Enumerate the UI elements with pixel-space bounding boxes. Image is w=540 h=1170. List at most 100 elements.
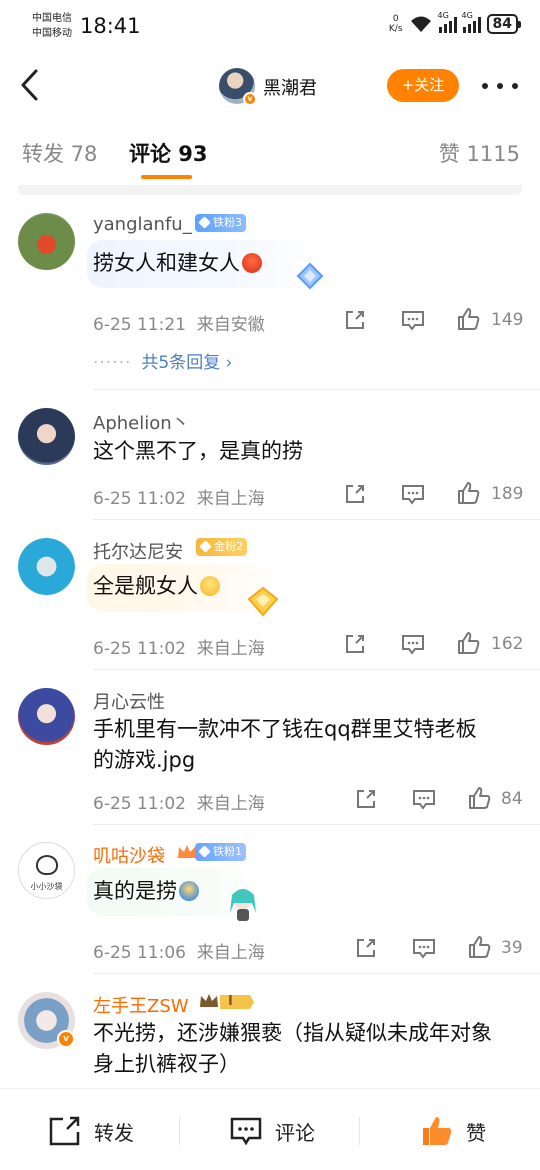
- like-icon[interactable]: [467, 785, 493, 811]
- like-icon[interactable]: [467, 934, 493, 960]
- comment-meta: 6-25 11:21 来自安徽: [93, 310, 265, 335]
- comment-button[interactable]: 评论: [229, 1113, 315, 1149]
- comment-text: 全是舰女人: [93, 571, 220, 602]
- poster-avatar[interactable]: v: [219, 68, 257, 106]
- bottom-action-bar: 转发 评论 赞: [0, 1088, 540, 1170]
- diamond-icon: [198, 845, 211, 858]
- carrier-info: 中国电信 中国移动: [32, 11, 72, 41]
- comment-username[interactable]: 托尔达尼安: [93, 538, 183, 564]
- comment-username[interactable]: Aphelion丶: [93, 409, 190, 435]
- like-icon[interactable]: [456, 630, 482, 656]
- nav-bar: v 黑潮君 +关注: [0, 55, 540, 117]
- share-icon[interactable]: [343, 482, 367, 506]
- share-icon[interactable]: [343, 308, 367, 332]
- more-options-icon[interactable]: [482, 71, 518, 101]
- comment-text: 捞女人和建女人: [93, 248, 262, 279]
- chevron-right-icon: ›: [225, 353, 233, 373]
- share-icon[interactable]: [343, 632, 367, 656]
- chibi-sticker-icon: [230, 889, 256, 921]
- comment-icon[interactable]: [400, 308, 426, 332]
- signal-2-label: 4G: [461, 11, 473, 20]
- repost-icon: [49, 1116, 80, 1146]
- replies-count: 共5条回复: [141, 353, 221, 373]
- tab-repost[interactable]: 转发 78: [22, 138, 97, 168]
- signal-1-label: 4G: [437, 11, 449, 20]
- view-replies-link[interactable]: ······ 共5条回复 ›: [93, 348, 232, 373]
- like-icon[interactable]: [456, 306, 482, 332]
- vip-level-badge: [200, 994, 254, 1009]
- comment-time: 6-25 11:02: [93, 794, 186, 814]
- comment-icon[interactable]: [400, 482, 426, 506]
- comment-meta: 6-25 11:06 来自上海: [93, 938, 265, 963]
- comment-location: 来自上海: [196, 943, 265, 963]
- comment-icon[interactable]: [400, 632, 426, 656]
- comment-text-line: 的游戏.jpg: [93, 748, 196, 772]
- share-icon[interactable]: [354, 936, 378, 960]
- thumbs-up-icon: [423, 1117, 452, 1145]
- comment-meta: 6-25 11:02 来自上海: [93, 484, 265, 509]
- comment-username[interactable]: 叽咕沙袋: [93, 842, 165, 868]
- comment-separator: [93, 824, 540, 825]
- like-button[interactable]: 赞: [420, 1113, 486, 1149]
- avatar[interactable]: [18, 538, 75, 595]
- system-icons: 0 K/s 4G 4G 84: [389, 11, 522, 34]
- comment-text-content: 捞女人和建女人: [93, 251, 240, 275]
- like-count: 149: [491, 310, 524, 330]
- comment-location: 来自安徽: [196, 315, 265, 335]
- poster-name[interactable]: 黑潮君: [263, 74, 317, 100]
- like-icon[interactable]: [456, 480, 482, 506]
- tab-likes[interactable]: 赞 1115: [439, 138, 520, 168]
- net-speed-value: 0: [392, 14, 399, 24]
- like-count: 189: [491, 484, 524, 504]
- comment-text: 手机里有一款冲不了钱在qq群里艾特老板 的游戏.jpg: [93, 714, 477, 776]
- net-speed-unit: K/s: [388, 24, 403, 34]
- comment-separator: [93, 973, 540, 974]
- avatar[interactable]: [18, 213, 75, 270]
- like-count: 84: [501, 789, 523, 809]
- verified-badge-icon: v: [57, 1030, 75, 1048]
- net-speed: 0 K/s: [389, 14, 403, 34]
- share-icon[interactable]: [354, 787, 378, 811]
- clock: 18:41: [80, 14, 141, 38]
- bottom-divider: [179, 1117, 180, 1145]
- fan-badge: 金粉2: [196, 538, 247, 556]
- avatar[interactable]: [18, 408, 75, 465]
- fan-badge: 铁粉1: [195, 843, 246, 861]
- smirk-emoji-icon: [200, 576, 220, 596]
- avatar[interactable]: 小小沙袋: [18, 842, 75, 899]
- carrier-1: 中国电信: [32, 13, 72, 24]
- carrier-2: 中国移动: [32, 28, 72, 39]
- diamond-sparkle-icon: [296, 262, 324, 290]
- verified-badge-icon: v: [243, 92, 257, 106]
- comment-username[interactable]: yanglanfu_: [93, 214, 192, 235]
- comment-time: 6-25 11:02: [93, 639, 186, 659]
- avatar[interactable]: [18, 688, 75, 745]
- fan-badge-label: 铁粉1: [213, 845, 242, 858]
- battery-indicator: 84: [486, 14, 522, 34]
- fan-badge: 铁粉3: [195, 214, 246, 232]
- comment-icon: [230, 1117, 262, 1146]
- wifi-icon: [410, 16, 431, 32]
- comment-icon[interactable]: [411, 787, 437, 811]
- avatar-drawing: [36, 855, 58, 875]
- comment-text-line: 身上扒裤衩子）: [93, 1052, 240, 1076]
- tab-comments[interactable]: 评论 93: [129, 138, 208, 168]
- follow-button[interactable]: +关注: [387, 69, 459, 102]
- vip-level-text: I: [228, 994, 233, 1009]
- comment-username[interactable]: 左手王ZSW: [93, 992, 189, 1018]
- comment-text-line: 不光捞，还涉嫌猥亵（指从疑似未成年对象: [93, 1021, 492, 1045]
- comment-icon[interactable]: [411, 936, 437, 960]
- repost-button[interactable]: 转发: [48, 1113, 134, 1149]
- diamond-icon: [198, 216, 211, 229]
- like-count: 39: [501, 938, 523, 958]
- comment-username[interactable]: 月心云性: [93, 688, 165, 714]
- comment-text-content: 真的是捞: [93, 879, 177, 903]
- comment-location: 来自上海: [196, 794, 265, 814]
- comment-text: 这个黑不了，是真的捞: [93, 439, 303, 463]
- comment-location: 来自上海: [196, 489, 265, 509]
- back-arrow-icon[interactable]: [16, 67, 46, 103]
- status-bar: 中国电信 中国移动 18:41 0 K/s 4G 4G 84: [0, 0, 540, 52]
- fan-badge-label: 铁粉3: [213, 216, 242, 229]
- gold-gem-sparkle-icon: [247, 586, 279, 617]
- comment-location: 来自上海: [196, 639, 265, 659]
